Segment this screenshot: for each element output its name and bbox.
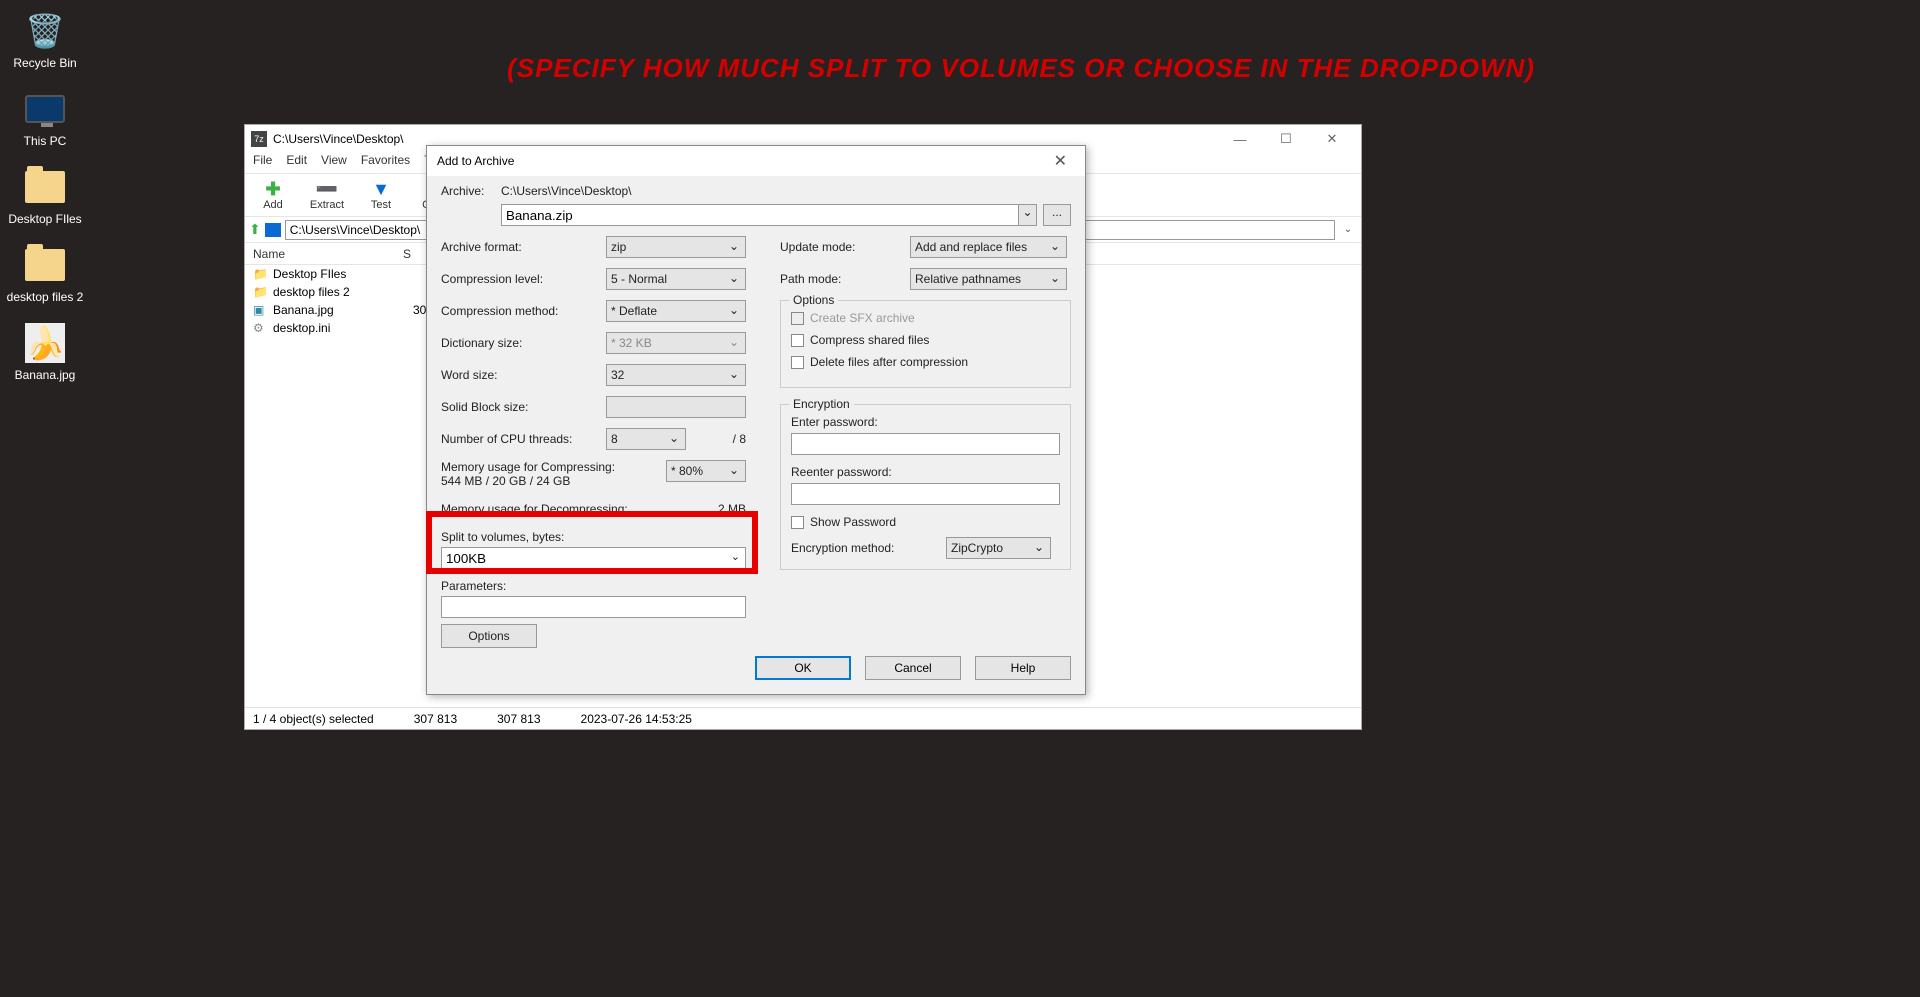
encryption-legend: Encryption (789, 397, 854, 411)
banana-jpg-label: Banana.jpg (5, 368, 85, 382)
desktop-icons: 🗑️ Recycle Bin This PC Desktop FIles des… (5, 10, 95, 400)
this-pc-label: This PC (5, 134, 85, 148)
memd-value: 2 MB (718, 502, 746, 516)
repassword-label: Reenter password: (791, 465, 1060, 479)
dialog-titlebar: Add to Archive ✕ (427, 146, 1085, 176)
options-button[interactable]: Options (441, 624, 537, 648)
solid-select (606, 396, 746, 418)
menu-file[interactable]: File (253, 153, 272, 173)
status-selected: 1 / 4 object(s) selected (253, 712, 374, 726)
extract-button[interactable]: ➖Extract (305, 179, 349, 211)
options-fieldset: Options Create SFX archive Compress shar… (780, 300, 1071, 388)
memc-select[interactable]: * 80% (666, 460, 746, 482)
close-button[interactable]: ✕ (1309, 125, 1355, 153)
password-label: Enter password: (791, 415, 1060, 429)
method-select[interactable]: * Deflate (606, 300, 746, 322)
cpu-label: Number of CPU threads: (441, 432, 606, 446)
method-label: Compression method: (441, 304, 606, 318)
show-password-checkbox[interactable]: Show Password (791, 515, 1060, 529)
update-select[interactable]: Add and replace files (910, 236, 1067, 258)
password-input[interactable] (791, 433, 1060, 455)
format-select[interactable]: zip (606, 236, 746, 258)
memd-label: Memory usage for Decompressing: (441, 502, 661, 516)
recycle-bin-label: Recycle Bin (5, 56, 85, 70)
cpu-select[interactable]: 8 (606, 428, 686, 450)
options-legend: Options (789, 293, 838, 307)
status-size2: 307 813 (497, 712, 540, 726)
path-select[interactable]: Relative pathnames (910, 268, 1067, 290)
this-pc-icon[interactable]: This PC (5, 88, 85, 148)
memc-sub: 544 MB / 20 GB / 24 GB (441, 474, 570, 488)
recycle-bin-icon[interactable]: 🗑️ Recycle Bin (5, 10, 85, 70)
split-volumes-input[interactable] (441, 547, 746, 569)
solid-label: Solid Block size: (441, 400, 606, 414)
split-label: Split to volumes, bytes: (441, 530, 746, 544)
folder-icon: 📁 (253, 267, 269, 281)
col-size[interactable]: S (403, 247, 411, 261)
memc-label: Memory usage for Compressing: (441, 460, 615, 474)
up-icon[interactable]: ⬆ (249, 221, 261, 238)
cancel-button[interactable]: Cancel (865, 656, 961, 680)
folder-icon: 📁 (253, 285, 269, 299)
minimize-button[interactable]: — (1217, 125, 1263, 153)
maximize-button[interactable]: ☐ (1263, 125, 1309, 153)
encryption-fieldset: Encryption Enter password: Reenter passw… (780, 404, 1071, 570)
level-label: Compression level: (441, 272, 606, 286)
repassword-input[interactable] (791, 483, 1060, 505)
shared-checkbox[interactable]: Compress shared files (791, 333, 1060, 347)
browse-button[interactable]: ... (1043, 204, 1071, 226)
archive-path: C:\Users\Vince\Desktop\ (501, 184, 1071, 198)
level-select[interactable]: 5 - Normal (606, 268, 746, 290)
sfx-checkbox: Create SFX archive (791, 311, 1060, 325)
cpu-max: / 8 (733, 432, 746, 446)
path-label: Path mode: (780, 272, 910, 286)
dict-select[interactable]: * 32 KB (606, 332, 746, 354)
params-input[interactable] (441, 596, 746, 618)
help-button[interactable]: Help (975, 656, 1071, 680)
menu-view[interactable]: View (321, 153, 347, 173)
menu-edit[interactable]: Edit (286, 153, 307, 173)
encmethod-label: Encryption method: (791, 541, 946, 555)
window-title: C:\Users\Vince\Desktop\ (273, 132, 404, 146)
delete-checkbox[interactable]: Delete files after compression (791, 355, 1060, 369)
desktop-files-icon[interactable]: Desktop FIles (5, 166, 85, 226)
ini-icon: ⚙ (253, 321, 269, 335)
dialog-close-button[interactable]: ✕ (1046, 151, 1075, 171)
ok-button[interactable]: OK (755, 656, 851, 680)
dropdown-icon[interactable]: ⌄ (1019, 204, 1037, 226)
annotation-text: (SPECIFY HOW MUCH SPLIT TO VOLUMES OR CH… (292, 53, 1750, 84)
word-label: Word size: (441, 368, 606, 382)
test-button[interactable]: ▼Test (359, 179, 403, 211)
split-dropdown-icon[interactable]: ⌄ (731, 550, 740, 563)
word-select[interactable]: 32 (606, 364, 746, 386)
status-date: 2023-07-26 14:53:25 (581, 712, 692, 726)
archive-label: Archive: (441, 184, 501, 198)
params-label: Parameters: (441, 579, 746, 593)
dict-label: Dictionary size: (441, 336, 606, 350)
status-size1: 307 813 (414, 712, 457, 726)
add-button[interactable]: ✚Add (251, 179, 295, 211)
encmethod-select[interactable]: ZipCrypto (946, 537, 1051, 559)
pc-icon[interactable] (265, 223, 281, 237)
desktop-files-2-icon[interactable]: desktop files 2 (5, 244, 85, 304)
col-name[interactable]: Name (253, 247, 403, 261)
add-to-archive-dialog: Add to Archive ✕ Archive: C:\Users\Vince… (426, 145, 1086, 695)
update-label: Update mode: (780, 240, 910, 254)
app-icon: 7z (251, 131, 267, 147)
format-label: Archive format: (441, 240, 606, 254)
dialog-title: Add to Archive (437, 154, 514, 168)
desktop-files-2-label: desktop files 2 (5, 290, 85, 304)
archive-name-input[interactable] (501, 204, 1019, 226)
menu-favorites[interactable]: Favorites (361, 153, 410, 173)
status-bar: 1 / 4 object(s) selected 307 813 307 813… (245, 707, 1361, 729)
image-icon: ▣ (253, 303, 269, 317)
banana-jpg-icon[interactable]: 🍌 Banana.jpg (5, 322, 85, 382)
desktop-files-label: Desktop FIles (5, 212, 85, 226)
address-dropdown-icon[interactable]: ⌄ (1339, 224, 1357, 235)
